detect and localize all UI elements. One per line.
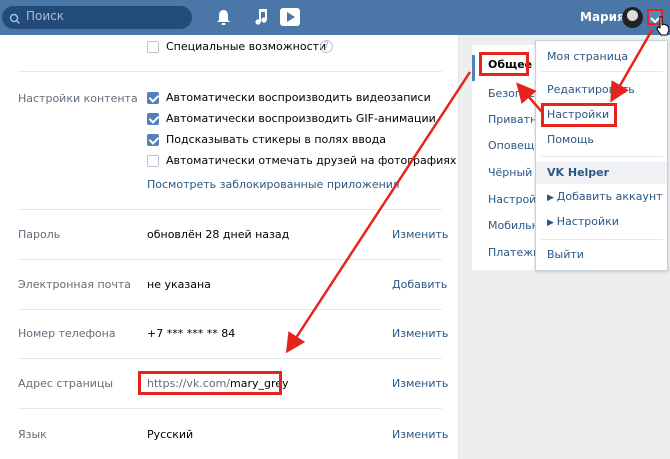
autoplay-video-label: Автоматически воспроизводить видеозаписи bbox=[166, 91, 431, 104]
music-icon[interactable] bbox=[255, 9, 269, 30]
email-value: не указана bbox=[147, 278, 211, 291]
language-value: Русский bbox=[147, 428, 194, 441]
dropdown-my-page[interactable]: Моя страница bbox=[547, 50, 628, 63]
content-settings-label: Настройки контента bbox=[18, 92, 138, 105]
change-address-link[interactable]: Изменить bbox=[392, 377, 448, 390]
user-name[interactable]: Мария bbox=[580, 10, 625, 24]
avatar[interactable] bbox=[622, 7, 643, 28]
settings-panel: Специальные возможности ? Настройки конт… bbox=[0, 35, 459, 459]
divider bbox=[18, 309, 442, 310]
triangle-right-icon: ▶ bbox=[547, 193, 557, 203]
divider bbox=[541, 239, 663, 240]
divider bbox=[18, 259, 442, 260]
autoplay-gif-checkbox[interactable] bbox=[147, 113, 159, 125]
change-language-link[interactable]: Изменить bbox=[392, 428, 448, 441]
dropdown-edit[interactable]: Редактировать bbox=[547, 83, 635, 96]
general-highlight bbox=[479, 52, 529, 76]
special-features-checkbox[interactable] bbox=[147, 41, 159, 53]
cursor-icon bbox=[655, 16, 670, 40]
dropdown-add-account[interactable]: ▶ Добавить аккаунт bbox=[547, 190, 663, 203]
password-label: Пароль bbox=[18, 228, 61, 241]
bell-icon[interactable] bbox=[216, 9, 231, 30]
dropdown-helper-settings[interactable]: ▶ Настройки bbox=[547, 215, 619, 228]
divider bbox=[18, 71, 442, 72]
change-phone-link[interactable]: Изменить bbox=[392, 327, 448, 340]
top-bar: Поиск Мария bbox=[0, 0, 670, 36]
divider bbox=[541, 156, 663, 157]
language-label: Язык bbox=[18, 428, 47, 441]
phone-value: +7 *** *** ** 84 bbox=[147, 327, 236, 340]
dropdown-add-account-label: Добавить аккаунт bbox=[556, 190, 663, 203]
add-email-link[interactable]: Добавить bbox=[392, 278, 447, 291]
play-icon[interactable] bbox=[280, 8, 300, 30]
help-icon[interactable]: ? bbox=[320, 40, 333, 53]
search-placeholder: Поиск bbox=[26, 9, 65, 23]
dropdown-helper-settings-label: Настройки bbox=[556, 215, 619, 228]
divider bbox=[18, 408, 442, 409]
special-features-label: Специальные возможности bbox=[166, 40, 327, 53]
change-password-link[interactable]: Изменить bbox=[392, 228, 448, 241]
email-label: Электронная почта bbox=[18, 278, 132, 291]
dropdown-help[interactable]: Помощь bbox=[547, 133, 594, 146]
page-address-label: Адрес страницы bbox=[18, 377, 114, 390]
divider bbox=[18, 209, 442, 210]
page-address-highlight bbox=[138, 371, 282, 395]
tag-friends-label: Автоматически отмечать друзей на фотогра… bbox=[166, 154, 457, 167]
dropdown-logout[interactable]: Выйти bbox=[547, 248, 584, 261]
phone-label: Номер телефона bbox=[18, 327, 116, 340]
vk-helper-header: VK Helper bbox=[536, 162, 667, 184]
autoplay-gif-label: Автоматически воспроизводить GIF-анимаци… bbox=[166, 112, 436, 125]
profile-dropdown: Моя страница Редактировать Настройки Пом… bbox=[535, 40, 668, 271]
vk-helper-title: VK Helper bbox=[547, 166, 610, 179]
divider bbox=[18, 358, 442, 359]
sticker-hints-checkbox[interactable] bbox=[147, 134, 159, 146]
search-box[interactable]: Поиск bbox=[2, 6, 192, 29]
tag-friends-checkbox[interactable] bbox=[147, 155, 159, 167]
settings-highlight bbox=[541, 103, 617, 127]
divider bbox=[541, 71, 663, 72]
sticker-hints-label: Подсказывать стикеры в полях ввода bbox=[166, 133, 386, 146]
password-value: обновлён 28 дней назад bbox=[147, 228, 290, 241]
triangle-right-icon: ▶ bbox=[547, 218, 557, 228]
active-indicator bbox=[472, 55, 475, 81]
blocked-apps-link[interactable]: Посмотреть заблокированные приложения bbox=[147, 178, 400, 191]
autoplay-video-checkbox[interactable] bbox=[147, 92, 159, 104]
search-icon bbox=[9, 10, 21, 29]
